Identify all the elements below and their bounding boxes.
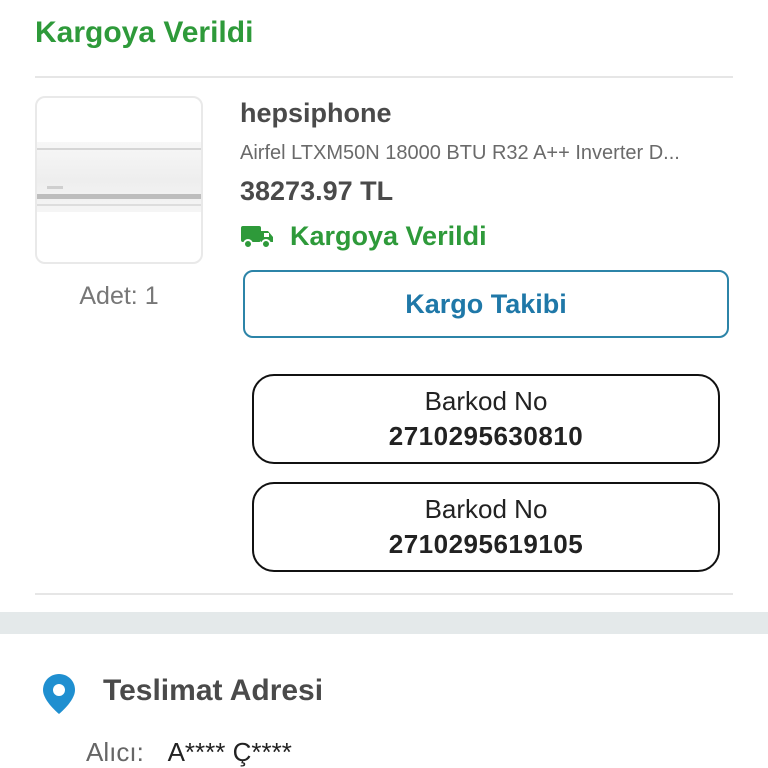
shipping-status-text: Kargoya Verildi bbox=[290, 220, 487, 251]
divider bbox=[35, 76, 733, 78]
product-price: 38273.97 TL bbox=[240, 176, 394, 206]
truck-icon bbox=[241, 226, 273, 249]
delivery-address-title: Teslimat Adresi bbox=[103, 674, 324, 707]
recipient-label: Alıcı: bbox=[86, 737, 144, 767]
barcode-value: 2710295619105 bbox=[388, 529, 584, 559]
section-separator bbox=[0, 612, 768, 634]
barcode-value: 2710295630810 bbox=[388, 421, 584, 451]
barcode-box: Barkod No 2710295630810 bbox=[252, 374, 720, 464]
barcode-box: Barkod No 2710295619105 bbox=[252, 482, 720, 572]
product-image[interactable] bbox=[35, 96, 203, 264]
product-name[interactable]: Airfel LTXM50N 18000 BTU R32 A++ Inverte… bbox=[240, 142, 730, 165]
seller-name[interactable]: hepsiphone bbox=[240, 98, 392, 129]
quantity-label: Adet: 1 bbox=[79, 282, 159, 310]
barcode-label: Barkod No bbox=[424, 386, 548, 416]
divider bbox=[35, 593, 733, 595]
track-shipment-button[interactable]: Kargo Takibi bbox=[243, 270, 729, 338]
barcode-label: Barkod No bbox=[424, 494, 548, 524]
location-pin-icon bbox=[43, 674, 75, 714]
recipient-name: A**** Ç**** bbox=[167, 737, 292, 767]
air-conditioner-image bbox=[37, 142, 201, 212]
order-status-title: Kargoya Verildi bbox=[35, 16, 254, 49]
recipient-row: Alıcı: A**** Ç**** bbox=[86, 737, 292, 768]
shipping-status-row: Kargoya Verildi bbox=[240, 218, 487, 254]
